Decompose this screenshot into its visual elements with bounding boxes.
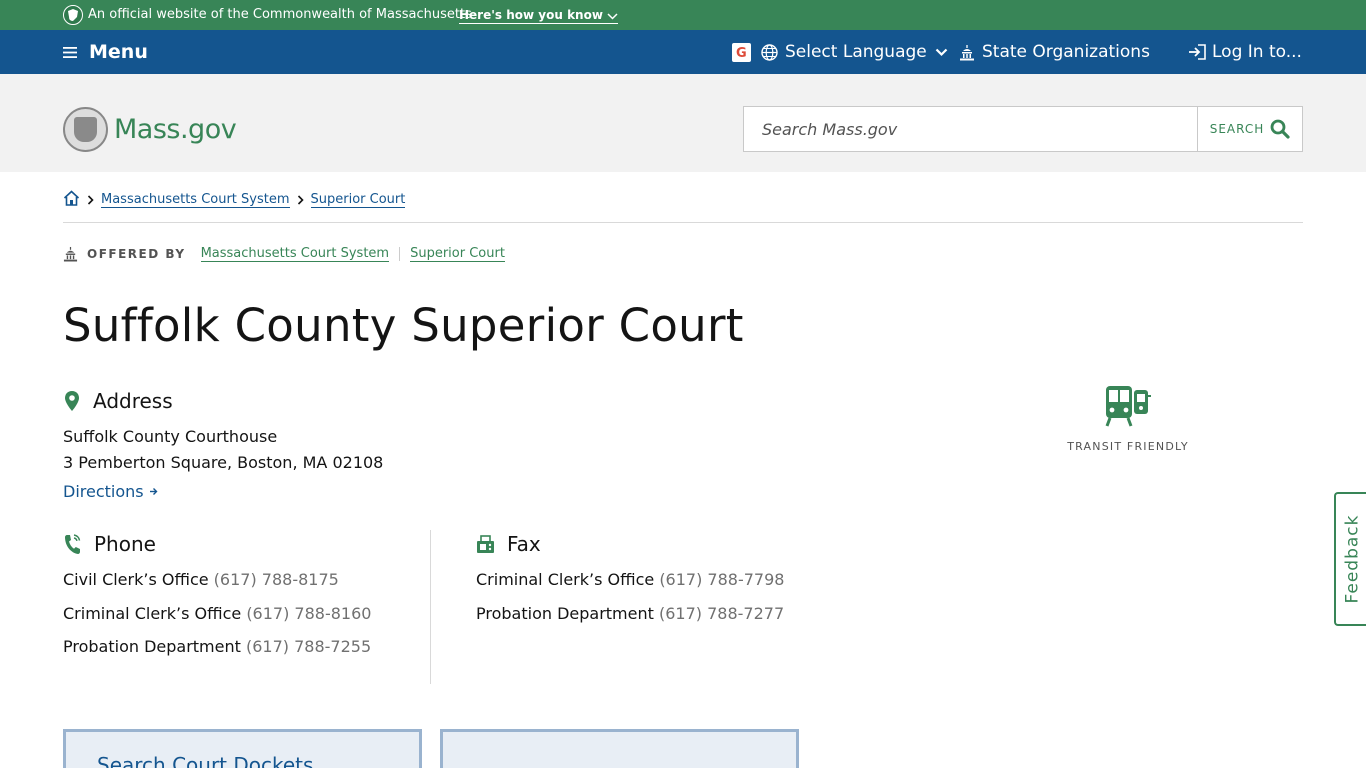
fax-heading-label: Fax — [507, 532, 541, 556]
arrow-right-icon — [149, 488, 158, 495]
breadcrumb-item[interactable]: Superior Court — [310, 192, 406, 208]
directions-label: Directions — [63, 482, 144, 501]
menu-label: Menu — [89, 41, 148, 63]
mass-gov-logo[interactable]: Mass.gov — [63, 107, 237, 152]
state-seal-icon — [63, 107, 108, 152]
login-icon — [1189, 44, 1206, 60]
building-icon — [63, 246, 78, 262]
phone-entry: Civil Clerk’s Office (617) 788-8175 — [63, 570, 339, 590]
address-heading-label: Address — [93, 389, 173, 413]
breadcrumb-item[interactable]: Massachusetts Court System — [101, 192, 290, 208]
login-button[interactable]: Log In to... — [1187, 41, 1302, 63]
phone-heading: Phone — [63, 532, 156, 556]
select-language-label: Select Language — [785, 42, 927, 62]
hamburger-icon — [63, 46, 77, 58]
official-banner: An official website of the Commonwealth … — [0, 0, 1366, 30]
phone-number-link[interactable]: (617) 788-7255 — [246, 637, 371, 656]
site-header: Mass.gov SEARCH — [0, 74, 1366, 172]
official-text: An official website of the Commonwealth … — [88, 7, 472, 22]
svg-text:G: G — [736, 46, 747, 60]
search-input[interactable] — [743, 106, 1198, 152]
offered-by-divider — [399, 247, 401, 261]
phone-entry: Criminal Clerk’s Office (617) 788-8160 — [63, 604, 371, 624]
breadcrumb: Massachusetts Court System Superior Cour… — [63, 190, 406, 210]
address-heading: Address — [63, 389, 173, 413]
chevron-right-icon — [297, 195, 304, 205]
home-icon — [63, 190, 80, 206]
logo-wordmark: Mass.gov — [114, 114, 237, 145]
address-line: Suffolk County Courthouse — [63, 427, 278, 446]
map-marker-icon — [65, 391, 79, 411]
transit-label: TRANSIT FRIENDLY — [1067, 440, 1189, 453]
search-icon — [1270, 119, 1290, 139]
card-title: Search Court Dockets — [97, 753, 314, 768]
chevron-down-icon — [607, 13, 618, 20]
building-icon — [960, 44, 974, 60]
phone-entry: Probation Department (617) 788-7255 — [63, 637, 371, 657]
breadcrumb-divider — [63, 222, 1303, 223]
phone-number-link[interactable]: (617) 788-8175 — [214, 570, 339, 589]
phone-heading-label: Phone — [94, 532, 156, 556]
directions-link[interactable]: Directions — [63, 482, 158, 501]
phone-office-name: Civil Clerk’s Office — [63, 570, 209, 589]
fax-icon — [477, 534, 494, 553]
offered-by-org-link[interactable]: Superior Court — [410, 246, 505, 262]
search-button-label: SEARCH — [1209, 122, 1265, 136]
search-form: SEARCH — [743, 106, 1303, 152]
google-translate-icon: G — [732, 42, 751, 62]
column-divider — [430, 530, 431, 684]
search-button[interactable]: SEARCH — [1198, 106, 1303, 152]
chevron-right-icon — [87, 195, 94, 205]
menu-button[interactable]: Menu — [63, 40, 148, 64]
search-court-dockets-card[interactable]: Search Court Dockets — [63, 729, 422, 768]
fax-office-name: Probation Department — [476, 604, 654, 623]
how-you-know-label: Here's how you know — [459, 8, 603, 22]
feedback-tab[interactable]: Feedback — [1334, 492, 1366, 626]
fax-number: (617) 788-7277 — [659, 604, 785, 623]
state-organizations-button[interactable]: State Organizations — [959, 41, 1150, 63]
phone-office-name: Criminal Clerk’s Office — [63, 604, 242, 623]
utility-nav: Menu G Select Language State Organizatio… — [0, 30, 1366, 74]
globe-icon — [761, 43, 778, 61]
transit-friendly: TRANSIT FRIENDLY — [1060, 384, 1196, 453]
login-label: Log In to... — [1212, 42, 1302, 62]
feedback-label: Feedback — [1342, 514, 1362, 604]
phone-number-link[interactable]: (617) 788-8160 — [246, 604, 371, 623]
phone-icon — [65, 534, 81, 554]
fax-number: (617) 788-7798 — [659, 570, 785, 589]
fax-office-name: Criminal Clerk’s Office — [476, 570, 655, 589]
select-language-button[interactable]: G Select Language — [732, 41, 948, 63]
state-organizations-label: State Organizations — [982, 42, 1150, 62]
state-seal-icon — [63, 5, 83, 25]
transit-icon — [1105, 386, 1151, 427]
offered-by-label: OFFERED BY — [87, 247, 186, 261]
breadcrumb-home[interactable] — [63, 190, 80, 210]
page-title: Suffolk County Superior Court — [63, 299, 744, 352]
address-line: 3 Pemberton Square, Boston, MA 02108 — [63, 453, 384, 472]
chevron-down-icon — [935, 48, 948, 56]
fax-heading: Fax — [476, 532, 541, 556]
fax-entry: Criminal Clerk’s Office (617) 788-7798 — [476, 570, 784, 590]
offered-by-org-link[interactable]: Massachusetts Court System — [200, 246, 390, 262]
phone-office-name: Probation Department — [63, 637, 241, 656]
link-card[interactable] — [440, 729, 799, 768]
how-you-know-link[interactable]: Here's how you know — [459, 7, 618, 24]
fax-entry: Probation Department (617) 788-7277 — [476, 604, 784, 624]
offered-by: OFFERED BY Massachusetts Court System Su… — [63, 244, 505, 264]
